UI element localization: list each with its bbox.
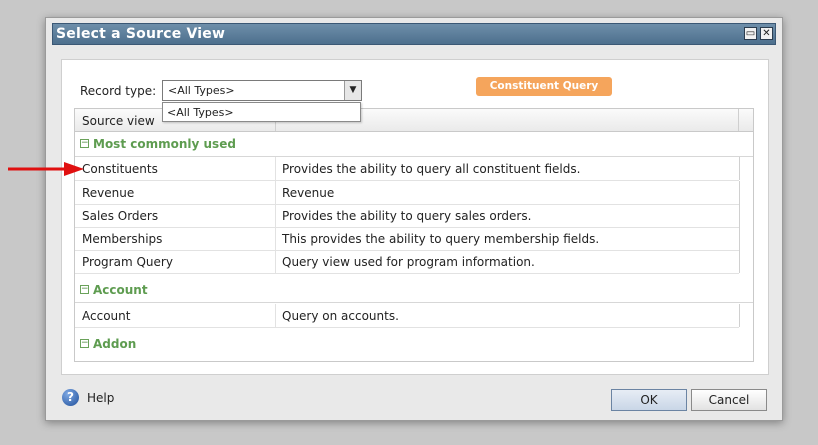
cancel-button[interactable]: Cancel <box>691 389 767 411</box>
column-divider <box>739 227 740 250</box>
column-divider <box>739 204 740 227</box>
source-view-grid: Source view − Most commonly used Constit… <box>74 108 754 362</box>
annotation-arrow-icon <box>8 162 84 176</box>
table-row[interactable]: Sales Orders Provides the ability to que… <box>75 204 740 228</box>
select-source-view-dialog: Select a Source View ▭ ✕ Record type: <A… <box>45 17 783 421</box>
group-most-commonly-used[interactable]: − Most commonly used <box>75 132 753 157</box>
source-view-name: Account <box>82 309 131 323</box>
source-view-description: Revenue <box>282 186 335 200</box>
ok-button[interactable]: OK <box>611 389 687 411</box>
group-addon[interactable]: − Addon <box>75 332 753 356</box>
source-view-description: Provides the ability to query sales orde… <box>282 209 532 223</box>
record-type-value: <All Types> <box>168 84 235 97</box>
column-divider <box>275 227 276 250</box>
help-label[interactable]: Help <box>87 391 114 405</box>
minimize-icon[interactable]: ▭ <box>744 27 757 40</box>
help-icon[interactable]: ? <box>62 389 79 406</box>
source-view-name: Constituents <box>82 162 158 176</box>
source-view-name: Program Query <box>82 255 173 269</box>
column-divider <box>275 304 276 327</box>
close-icon[interactable]: ✕ <box>760 27 773 40</box>
collapse-icon[interactable]: − <box>80 285 89 294</box>
column-divider <box>739 250 740 273</box>
record-type-dropdown[interactable]: <All Types> <box>162 102 361 122</box>
column-divider <box>275 204 276 227</box>
source-view-name: Revenue <box>82 186 135 200</box>
chevron-down-icon[interactable]: ▼ <box>344 81 361 100</box>
column-divider <box>275 181 276 204</box>
column-divider <box>739 157 740 180</box>
table-row[interactable]: Constituents Provides the ability to que… <box>75 157 740 181</box>
column-divider <box>275 250 276 273</box>
column-divider <box>739 181 740 204</box>
dialog-title: Select a Source View <box>56 26 226 42</box>
table-row[interactable]: Revenue Revenue <box>75 181 740 205</box>
source-view-description: Query view used for program information. <box>282 255 535 269</box>
column-divider <box>739 304 740 327</box>
column-header-source-view[interactable]: Source view <box>82 114 155 128</box>
dialog-titlebar[interactable]: Select a Source View ▭ ✕ <box>52 23 776 45</box>
record-type-label: Record type: <box>80 84 157 98</box>
source-view-name: Memberships <box>82 232 163 246</box>
source-view-panel: Record type: <All Types> ▼ <All Types> C… <box>61 59 769 375</box>
group-label: Most commonly used <box>93 137 236 151</box>
source-view-description: This provides the ability to query membe… <box>282 232 600 246</box>
group-label: Account <box>93 283 148 297</box>
dropdown-option-all-types[interactable]: <All Types> <box>167 106 234 119</box>
collapse-icon[interactable]: − <box>80 139 89 148</box>
table-row[interactable]: Program Query Query view used for progra… <box>75 250 740 274</box>
collapse-icon[interactable]: − <box>80 339 89 348</box>
table-row[interactable]: Account Query on accounts. <box>75 304 740 328</box>
table-row[interactable]: Memberships This provides the ability to… <box>75 227 740 251</box>
source-view-description: Query on accounts. <box>282 309 399 323</box>
source-view-name: Sales Orders <box>82 209 159 223</box>
group-account[interactable]: − Account <box>75 278 753 303</box>
source-view-description: Provides the ability to query all consti… <box>282 162 581 176</box>
constituent-query-faqs-button[interactable]: Constituent Query FAQs <box>476 77 612 111</box>
column-divider <box>275 157 276 180</box>
group-label: Addon <box>93 337 137 351</box>
column-divider <box>738 109 739 131</box>
record-type-select[interactable]: <All Types> ▼ <box>162 80 362 101</box>
